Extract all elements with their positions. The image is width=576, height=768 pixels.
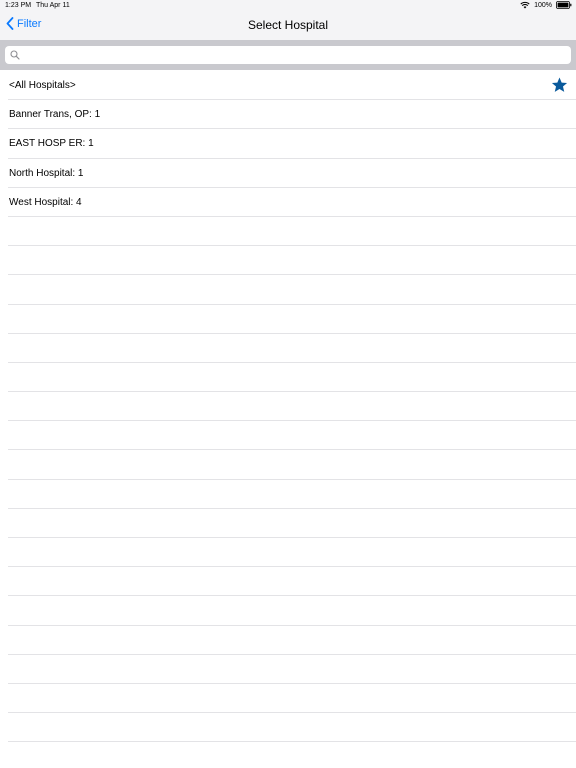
search-bar [0,40,576,70]
status-indicators: 100% [520,1,572,9]
app-screen: 1:23 PM Thu Apr 11 100% Filter Select Ho… [0,0,576,768]
empty-row [8,275,576,305]
list-item-label: EAST HOSP ER: 1 [9,138,94,150]
empty-row [8,421,576,451]
search-field[interactable] [5,46,571,64]
empty-row [8,217,576,247]
empty-row [8,363,576,393]
list-item-label: West Hospital: 4 [9,196,82,208]
empty-row [8,684,576,714]
empty-row [8,538,576,568]
battery-icon [556,1,572,9]
empty-row [8,450,576,480]
empty-row [8,305,576,334]
list-item[interactable]: Banner Trans, OP: 1 [8,100,576,130]
empty-row [8,509,576,538]
hospital-list: <All Hospitals> Banner Trans, OP: 1 EAST… [0,71,576,743]
list-item[interactable]: West Hospital: 4 [8,188,576,217]
status-bar: 1:23 PM Thu Apr 11 100% [0,0,576,12]
status-time: 1:23 PM [5,2,32,9]
empty-row [8,334,576,363]
empty-row [8,626,576,655]
navigation-bar: Filter Select Hospital [0,12,576,40]
empty-row [8,596,576,626]
empty-row [8,480,576,509]
search-input[interactable] [23,46,563,64]
empty-row [8,567,576,597]
list-item[interactable]: North Hospital: 1 [8,159,576,188]
list-item-label: North Hospital: 1 [9,167,84,179]
list-item-label: Banner Trans, OP: 1 [9,109,101,121]
wifi-icon [520,1,530,9]
empty-row [8,246,576,276]
status-date: Thu Apr 11 [36,2,70,9]
star-icon[interactable] [551,77,568,93]
battery-percent: 100% [534,1,552,9]
list-item[interactable]: EAST HOSP ER: 1 [8,129,576,159]
page-title: Select Hospital [247,18,329,32]
empty-row [8,655,576,684]
empty-row [8,713,576,743]
empty-row [8,392,576,422]
list-item-label: <All Hospitals> [9,80,76,91]
list-item-all-hospitals[interactable]: <All Hospitals> [8,71,576,101]
search-icon [10,50,20,60]
